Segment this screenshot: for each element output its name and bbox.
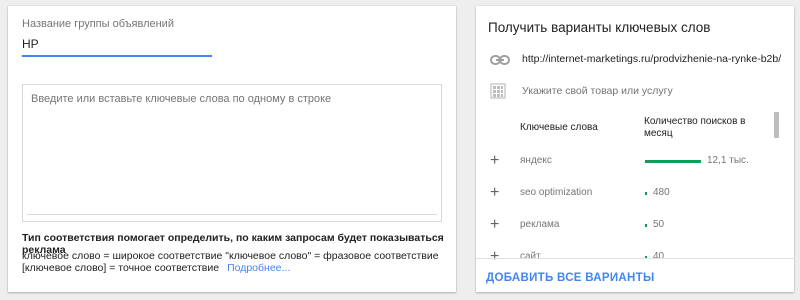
url-value: http://internet-marketings.ru/prodvizhen…	[522, 53, 782, 65]
search-volume-bar	[645, 160, 701, 163]
plus-icon[interactable]: +	[490, 152, 499, 170]
search-volume-bar	[645, 192, 647, 195]
search-volume-value: 50	[653, 219, 665, 230]
match-type-line-1: ключевое слово = широкое соответствие "к…	[22, 250, 439, 262]
building-icon	[490, 83, 506, 99]
keyword-row: + яндекс 12,1 тыс.	[490, 152, 780, 172]
scrollbar-thumb[interactable]	[774, 112, 779, 138]
ad-group-name-label: Название группы объявлений	[22, 18, 174, 30]
url-field[interactable]: http://internet-marketings.ru/prodvizhen…	[490, 50, 790, 70]
search-volume-value: 480	[653, 187, 670, 198]
ad-group-name-input[interactable]: НР	[22, 37, 39, 51]
plus-icon[interactable]: +	[490, 184, 499, 202]
keywords-placeholder: Введите или вставьте ключевые слова по о…	[31, 93, 332, 105]
keyword-name: реклама	[520, 219, 560, 230]
keywords-divider	[27, 214, 437, 215]
plus-icon[interactable]: +	[490, 248, 499, 266]
footer-divider	[476, 258, 794, 259]
ad-group-name-underline	[22, 55, 212, 57]
search-volume-value: 40	[653, 251, 665, 262]
match-type-line-2-text: [ключевое слово] = точное соответствие	[22, 262, 220, 274]
search-volume-value: 12,1 тыс.	[707, 155, 749, 166]
keywords-textarea[interactable]: Введите или вставьте ключевые слова по о…	[22, 84, 442, 222]
plus-icon[interactable]: +	[490, 216, 499, 234]
suggestions-title: Получить варианты ключевых слов	[488, 20, 711, 35]
keyword-row: + реклама 50	[490, 216, 780, 236]
link-icon	[490, 55, 510, 65]
search-volume-bar	[645, 224, 647, 227]
column-header-keywords: Ключевые слова	[520, 122, 598, 133]
add-all-button[interactable]: ДОБАВИТЬ ВСЕ ВАРИАНТЫ	[486, 272, 655, 284]
keyword-name: seo optimization	[520, 187, 593, 198]
product-field[interactable]: Укажите свой товар или услугу	[490, 82, 790, 102]
product-placeholder: Укажите свой товар или услугу	[522, 85, 673, 97]
keyword-name: яндекс	[520, 155, 552, 166]
column-header-searches: Количество поисков в месяц	[644, 116, 746, 139]
keyword-name: сайт	[520, 251, 541, 262]
more-link[interactable]: Подробнее...	[227, 262, 290, 274]
suggestions-card: Получить варианты ключевых слов http://i…	[476, 6, 794, 292]
ad-group-card: Название группы объявлений НР Введите ил…	[8, 6, 456, 292]
keyword-row: + seo optimization 480	[490, 184, 780, 204]
match-type-line-2: [ключевое слово] = точное соответствие По…	[22, 262, 290, 274]
